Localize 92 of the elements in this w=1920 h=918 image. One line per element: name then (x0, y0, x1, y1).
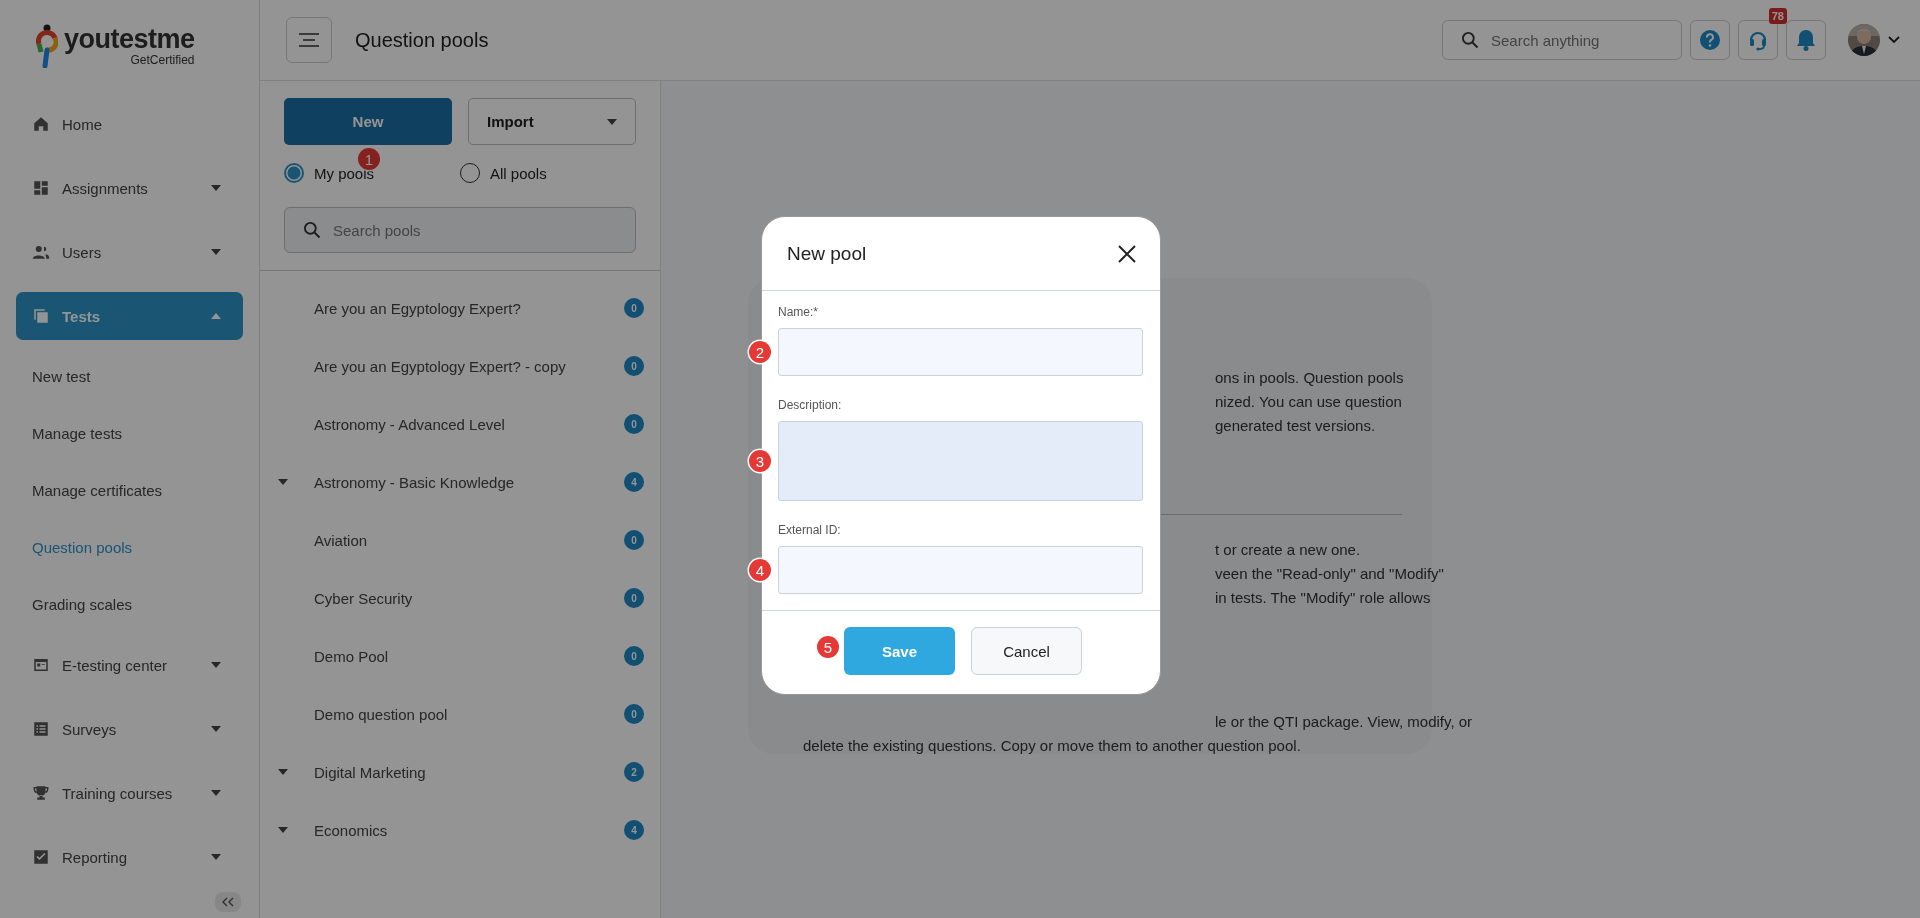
support-button[interactable] (1738, 20, 1778, 60)
count-badge: 4 (624, 820, 644, 840)
pool-item[interactable]: Are you an Egyptology Expert? - copy (314, 357, 624, 375)
checkbox-icon (32, 848, 50, 866)
nav-subitem[interactable]: Question pools (16, 527, 243, 568)
radio-option[interactable]: All pools (460, 163, 636, 183)
pool-item[interactable]: Cyber Security (314, 589, 624, 607)
info-text: le or the QTI package. View, modify, or (1215, 712, 1473, 732)
info-text: ons in pools. Question pools (1215, 368, 1404, 388)
description-field[interactable] (778, 421, 1143, 501)
cancel-button[interactable]: Cancel (971, 627, 1082, 675)
card-icon (32, 656, 50, 674)
menu-button[interactable] (286, 17, 332, 63)
nav-item[interactable]: Users (16, 228, 243, 276)
close-button[interactable] (1118, 244, 1136, 263)
info-text: generated test versions. (1215, 416, 1376, 436)
pool-item[interactable]: Are you an Egyptology Expert? (314, 299, 624, 317)
pool-item[interactable]: Astronomy - Advanced Level (314, 415, 624, 433)
page-title: Question pools (355, 28, 489, 52)
field-label: External ID: (778, 523, 842, 537)
pool-item[interactable]: Economics (314, 821, 624, 839)
nav-item[interactable]: E-testing center (16, 641, 243, 689)
expand-caret-icon[interactable] (278, 769, 288, 775)
menu-icon (299, 33, 319, 47)
list-icon (32, 720, 50, 738)
dashboard-icon (32, 179, 50, 197)
trophy-icon (32, 784, 50, 802)
copies-icon (32, 307, 50, 325)
notification-count: 78 (1768, 8, 1787, 24)
pool-item[interactable]: Digital Marketing (314, 763, 624, 781)
brand-tagline: GetCertified (130, 54, 195, 66)
input-field[interactable] (778, 328, 1143, 376)
info-text: nized. You can use question (1215, 392, 1402, 412)
new-button[interactable]: New (284, 98, 452, 145)
import-dropdown[interactable]: Import (468, 98, 636, 145)
pool-item[interactable]: Demo question pool (314, 705, 624, 723)
search-field[interactable]: Search pools (284, 207, 636, 253)
field-label: Description: (778, 398, 843, 412)
count-badge: 2 (624, 762, 644, 782)
notifications-button[interactable] (1786, 20, 1826, 60)
nav-subitem[interactable]: New test (16, 356, 243, 397)
search-icon (1460, 30, 1480, 50)
count-badge: 0 (624, 704, 644, 724)
help-icon (1699, 29, 1721, 51)
bell-icon (1795, 28, 1817, 52)
headset-icon (1748, 29, 1768, 51)
count-badge: 0 (624, 530, 644, 550)
nav-subitem[interactable]: Manage certificates (16, 470, 243, 511)
info-text: delete the existing questions. Copy or move them to another question pool. (803, 736, 1301, 756)
step-marker: 3 (749, 450, 771, 472)
close-icon (1118, 244, 1136, 263)
nav-item[interactable]: Surveys (16, 705, 243, 753)
nav-item[interactable]: Home (16, 100, 243, 148)
count-badge: 4 (624, 472, 644, 492)
info-text: t or create a new one. (1215, 540, 1361, 560)
radio-button[interactable] (284, 163, 304, 183)
pool-item[interactable]: Demo Pool (314, 647, 624, 665)
nav-subitem[interactable]: Manage tests (16, 413, 243, 454)
pool-item[interactable]: Astronomy - Basic Knowledge (314, 473, 624, 491)
nav-item[interactable]: Assignments (16, 164, 243, 212)
field-label: Name:* (778, 305, 819, 319)
caret-icon (607, 118, 617, 125)
users-icon (32, 243, 50, 261)
count-badge: 0 (624, 588, 644, 608)
step-marker: 5 (817, 636, 839, 658)
help-button[interactable] (1690, 20, 1730, 60)
logo-icon (36, 24, 58, 68)
expand-caret-icon[interactable] (278, 827, 288, 833)
chevron-down-icon[interactable] (1888, 36, 1900, 44)
step-marker: 2 (749, 341, 771, 363)
count-badge: 0 (624, 646, 644, 666)
info-text: in tests. The "Modify" role allows (1215, 588, 1431, 608)
double-chevron-icon (221, 897, 235, 907)
count-badge: 0 (624, 414, 644, 434)
nav-item[interactable]: Training courses (16, 769, 243, 817)
expand-caret-icon[interactable] (278, 479, 288, 485)
nav-item[interactable]: Reporting (16, 833, 243, 881)
collapse-button[interactable] (215, 892, 241, 912)
step-marker: 4 (749, 559, 771, 581)
save-button[interactable]: Save (844, 627, 955, 675)
count-badge: 0 (624, 298, 644, 318)
search-field[interactable]: Search anything (1442, 20, 1682, 60)
nav-subitem[interactable]: Grading scales (16, 584, 243, 625)
nav-item[interactable]: Tests (16, 292, 243, 340)
search-icon (302, 220, 322, 240)
pool-item[interactable]: Aviation (314, 531, 624, 549)
dialog-title: New pool (787, 242, 867, 265)
step-marker: 1 (358, 148, 380, 170)
home-icon (32, 115, 50, 133)
info-text: veen the "Read-only" and "Modify" (1215, 564, 1444, 584)
count-badge: 0 (624, 356, 644, 376)
input-field[interactable] (778, 546, 1143, 594)
